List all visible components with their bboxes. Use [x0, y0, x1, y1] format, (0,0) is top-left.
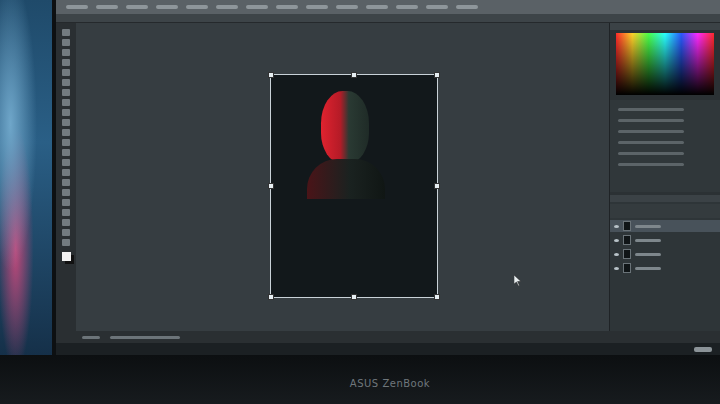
- menu-item[interactable]: [426, 5, 448, 9]
- tool-icon[interactable]: [62, 79, 70, 86]
- layer-row[interactable]: [610, 262, 720, 274]
- transform-handle[interactable]: [268, 294, 274, 300]
- color-spectrum[interactable]: [616, 33, 714, 95]
- property-row[interactable]: [618, 130, 684, 133]
- transform-handle[interactable]: [434, 72, 440, 78]
- brand-label: ASUS ZenBook: [350, 378, 430, 389]
- tool-icon[interactable]: [62, 179, 70, 186]
- menu-item[interactable]: [276, 5, 298, 9]
- menu-item[interactable]: [156, 5, 178, 9]
- tool-icon[interactable]: [62, 29, 70, 36]
- property-row[interactable]: [618, 108, 684, 111]
- shoulders-figure: [307, 159, 385, 199]
- taskbar: [56, 343, 720, 355]
- eye-icon[interactable]: [614, 267, 619, 270]
- menu-item[interactable]: [336, 5, 358, 9]
- tool-icon[interactable]: [62, 239, 70, 246]
- layer-thumbnail: [623, 221, 631, 231]
- menu-item[interactable]: [306, 5, 328, 9]
- tool-icon[interactable]: [62, 189, 70, 196]
- tool-icon[interactable]: [62, 109, 70, 116]
- layer-thumbnail: [623, 235, 631, 245]
- eye-icon[interactable]: [614, 253, 619, 256]
- canvas-area[interactable]: [76, 23, 609, 331]
- color-swatch-icon[interactable]: [62, 252, 71, 261]
- tool-icon[interactable]: [62, 159, 70, 166]
- tool-bar: [56, 23, 76, 331]
- panel-tabs: [610, 23, 720, 30]
- menu-item[interactable]: [366, 5, 388, 9]
- tray-clock: [694, 347, 712, 352]
- transform-handle[interactable]: [268, 183, 274, 189]
- tool-icon[interactable]: [62, 49, 70, 56]
- menu-item[interactable]: [246, 5, 268, 9]
- property-row[interactable]: [618, 163, 684, 166]
- tool-icon[interactable]: [62, 99, 70, 106]
- layer-thumbnail: [623, 263, 631, 273]
- layer-name-bar: [635, 239, 661, 242]
- tool-icon[interactable]: [62, 129, 70, 136]
- tool-icon[interactable]: [62, 209, 70, 216]
- laptop-bezel: ASUS ZenBook: [0, 355, 720, 404]
- transform-handle[interactable]: [434, 183, 440, 189]
- layers-panel: [610, 195, 720, 331]
- property-row[interactable]: [618, 141, 684, 144]
- tool-icon[interactable]: [62, 39, 70, 46]
- tool-icon[interactable]: [62, 219, 70, 226]
- background-blur: [0, 0, 52, 355]
- options-bar: [56, 14, 720, 23]
- tool-icon[interactable]: [62, 149, 70, 156]
- face-figure: [321, 91, 369, 163]
- document-canvas[interactable]: [270, 74, 438, 298]
- tool-icon[interactable]: [62, 59, 70, 66]
- tool-icon[interactable]: [62, 69, 70, 76]
- layer-options: [610, 204, 720, 218]
- layer-row[interactable]: [610, 248, 720, 260]
- right-panels: [609, 23, 720, 331]
- eye-icon[interactable]: [614, 225, 619, 228]
- transform-handle[interactable]: [351, 72, 357, 78]
- properties-panel: [610, 100, 720, 192]
- menu-item[interactable]: [216, 5, 238, 9]
- menu-item[interactable]: [186, 5, 208, 9]
- property-row[interactable]: [618, 119, 684, 122]
- tool-icon[interactable]: [62, 229, 70, 236]
- layer-name-bar: [635, 225, 661, 228]
- mouse-pointer-icon: [514, 275, 522, 286]
- layer-name-bar: [635, 253, 661, 256]
- layer-row[interactable]: [610, 220, 720, 232]
- menu-bar: [56, 0, 720, 14]
- menu-item[interactable]: [96, 5, 118, 9]
- portrait-photo: [271, 75, 437, 297]
- tool-icon[interactable]: [62, 169, 70, 176]
- eye-icon[interactable]: [614, 239, 619, 242]
- color-panel: [610, 23, 720, 97]
- transform-handle[interactable]: [268, 72, 274, 78]
- transform-handle[interactable]: [434, 294, 440, 300]
- document-info: [110, 336, 180, 339]
- tool-icon[interactable]: [62, 119, 70, 126]
- tool-icon[interactable]: [62, 199, 70, 206]
- layer-name-bar: [635, 267, 661, 270]
- tool-icon[interactable]: [62, 139, 70, 146]
- menu-item[interactable]: [66, 5, 88, 9]
- tool-icon[interactable]: [62, 89, 70, 96]
- status-bar: [56, 331, 720, 343]
- menu-item[interactable]: [126, 5, 148, 9]
- layer-row[interactable]: [610, 234, 720, 246]
- photoshop-window: [52, 0, 720, 355]
- menu-item[interactable]: [456, 5, 478, 9]
- menu-item[interactable]: [396, 5, 418, 9]
- layer-thumbnail: [623, 249, 631, 259]
- panel-tabs: [610, 195, 720, 202]
- property-row[interactable]: [618, 152, 684, 155]
- zoom-field[interactable]: [82, 336, 100, 339]
- laptop-photo: ASUS ZenBook: [0, 0, 720, 404]
- transform-handle[interactable]: [351, 294, 357, 300]
